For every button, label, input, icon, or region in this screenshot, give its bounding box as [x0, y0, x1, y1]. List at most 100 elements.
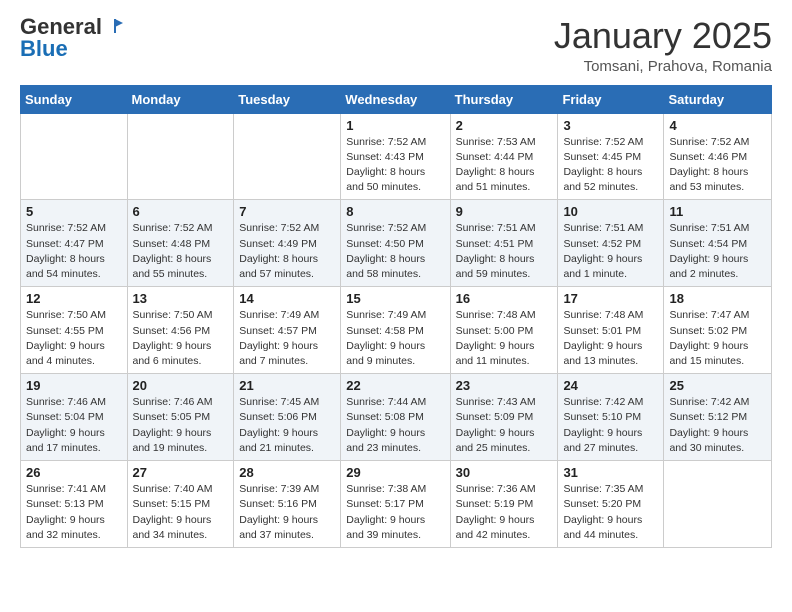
- weekday-header-monday: Monday: [127, 85, 234, 113]
- day-info: Sunrise: 7:38 AM Sunset: 5:17 PM Dayligh…: [346, 482, 444, 543]
- day-number: 21: [239, 378, 335, 393]
- weekday-header-row: SundayMondayTuesdayWednesdayThursdayFrid…: [21, 85, 772, 113]
- logo-general-text: General: [20, 16, 102, 38]
- day-info: Sunrise: 7:44 AM Sunset: 5:08 PM Dayligh…: [346, 395, 444, 456]
- calendar-week-row: 1 Sunrise: 7:52 AM Sunset: 4:43 PM Daylig…: [21, 113, 772, 200]
- calendar-week-row: 19 Sunrise: 7:46 AM Sunset: 5:04 PM Dayli…: [21, 374, 772, 461]
- day-number: 5: [26, 204, 122, 219]
- day-info: Sunrise: 7:49 AM Sunset: 4:58 PM Dayligh…: [346, 308, 444, 369]
- day-info: Sunrise: 7:52 AM Sunset: 4:43 PM Dayligh…: [346, 135, 444, 196]
- calendar-cell: 31Sunrise: 7:35 AM Sunset: 5:20 PM Dayli…: [558, 461, 664, 548]
- calendar-cell: 7 Sunrise: 7:52 AM Sunset: 4:49 PM Daylig…: [234, 200, 341, 287]
- day-info: Sunrise: 7:39 AM Sunset: 5:16 PM Dayligh…: [239, 482, 335, 543]
- day-info: Sunrise: 7:35 AM Sunset: 5:20 PM Dayligh…: [563, 482, 658, 543]
- day-info: Sunrise: 7:52 AM Sunset: 4:47 PM Dayligh…: [26, 221, 122, 282]
- day-number: 7: [239, 204, 335, 219]
- day-info: Sunrise: 7:52 AM Sunset: 4:46 PM Dayligh…: [669, 135, 766, 196]
- day-info: Sunrise: 7:51 AM Sunset: 4:52 PM Dayligh…: [563, 221, 658, 282]
- calendar-cell: 10Sunrise: 7:51 AM Sunset: 4:52 PM Dayli…: [558, 200, 664, 287]
- calendar-cell: 27 Sunrise: 7:40 AM Sunset: 5:15 PM Dayli…: [127, 461, 234, 548]
- day-info: Sunrise: 7:52 AM Sunset: 4:45 PM Dayligh…: [563, 135, 658, 196]
- calendar-cell: 11 Sunrise: 7:51 AM Sunset: 4:54 PM Dayli…: [664, 200, 772, 287]
- day-number: 25: [669, 378, 766, 393]
- calendar-cell: 15 Sunrise: 7:49 AM Sunset: 4:58 PM Dayli…: [341, 287, 450, 374]
- day-number: 8: [346, 204, 444, 219]
- calendar-cell: 20Sunrise: 7:46 AM Sunset: 5:05 PM Dayli…: [127, 374, 234, 461]
- weekday-header-saturday: Saturday: [664, 85, 772, 113]
- day-info: Sunrise: 7:48 AM Sunset: 5:00 PM Dayligh…: [456, 308, 553, 369]
- calendar-cell: 21 Sunrise: 7:45 AM Sunset: 5:06 PM Dayli…: [234, 374, 341, 461]
- weekday-header-wednesday: Wednesday: [341, 85, 450, 113]
- calendar-cell: 14 Sunrise: 7:49 AM Sunset: 4:57 PM Dayli…: [234, 287, 341, 374]
- day-info: Sunrise: 7:42 AM Sunset: 5:10 PM Dayligh…: [563, 395, 658, 456]
- day-number: 23: [456, 378, 553, 393]
- month-title: January 2025: [554, 16, 772, 56]
- day-number: 3: [563, 118, 658, 133]
- day-number: 24: [563, 378, 658, 393]
- weekday-header-tuesday: Tuesday: [234, 85, 341, 113]
- day-number: 2: [456, 118, 553, 133]
- calendar-cell: 19 Sunrise: 7:46 AM Sunset: 5:04 PM Dayli…: [21, 374, 128, 461]
- day-number: 1: [346, 118, 444, 133]
- day-info: Sunrise: 7:48 AM Sunset: 5:01 PM Dayligh…: [563, 308, 658, 369]
- calendar-cell: 1 Sunrise: 7:52 AM Sunset: 4:43 PM Daylig…: [341, 113, 450, 200]
- day-number: 9: [456, 204, 553, 219]
- day-number: 14: [239, 291, 335, 306]
- calendar-cell: 30 Sunrise: 7:36 AM Sunset: 5:19 PM Dayli…: [450, 461, 558, 548]
- calendar-cell: 9 Sunrise: 7:51 AM Sunset: 4:51 PM Daylig…: [450, 200, 558, 287]
- day-number: 11: [669, 204, 766, 219]
- day-number: 16: [456, 291, 553, 306]
- day-number: 17: [563, 291, 658, 306]
- day-info: Sunrise: 7:51 AM Sunset: 4:54 PM Dayligh…: [669, 221, 766, 282]
- calendar-cell: [664, 461, 772, 548]
- calendar-cell: 23Sunrise: 7:43 AM Sunset: 5:09 PM Dayli…: [450, 374, 558, 461]
- day-info: Sunrise: 7:53 AM Sunset: 4:44 PM Dayligh…: [456, 135, 553, 196]
- calendar-cell: 12Sunrise: 7:50 AM Sunset: 4:55 PM Dayli…: [21, 287, 128, 374]
- calendar-cell: 5 Sunrise: 7:52 AM Sunset: 4:47 PM Daylig…: [21, 200, 128, 287]
- calendar-cell: 22 Sunrise: 7:44 AM Sunset: 5:08 PM Dayli…: [341, 374, 450, 461]
- day-info: Sunrise: 7:36 AM Sunset: 5:19 PM Dayligh…: [456, 482, 553, 543]
- calendar-cell: 18 Sunrise: 7:47 AM Sunset: 5:02 PM Dayli…: [664, 287, 772, 374]
- day-number: 27: [133, 465, 229, 480]
- calendar-week-row: 26Sunrise: 7:41 AM Sunset: 5:13 PM Dayli…: [21, 461, 772, 548]
- day-number: 19: [26, 378, 122, 393]
- calendar-cell: [234, 113, 341, 200]
- calendar-table: SundayMondayTuesdayWednesdayThursdayFrid…: [20, 85, 772, 548]
- day-number: 4: [669, 118, 766, 133]
- calendar-cell: 16 Sunrise: 7:48 AM Sunset: 5:00 PM Dayli…: [450, 287, 558, 374]
- calendar-week-row: 5 Sunrise: 7:52 AM Sunset: 4:47 PM Daylig…: [21, 200, 772, 287]
- day-number: 12: [26, 291, 122, 306]
- logo-blue-text: Blue: [20, 38, 68, 60]
- calendar-cell: 3 Sunrise: 7:52 AM Sunset: 4:45 PM Daylig…: [558, 113, 664, 200]
- day-info: Sunrise: 7:51 AM Sunset: 4:51 PM Dayligh…: [456, 221, 553, 282]
- day-number: 18: [669, 291, 766, 306]
- weekday-header-sunday: Sunday: [21, 85, 128, 113]
- calendar-cell: 25Sunrise: 7:42 AM Sunset: 5:12 PM Dayli…: [664, 374, 772, 461]
- day-number: 30: [456, 465, 553, 480]
- day-info: Sunrise: 7:50 AM Sunset: 4:56 PM Dayligh…: [133, 308, 229, 369]
- day-info: Sunrise: 7:49 AM Sunset: 4:57 PM Dayligh…: [239, 308, 335, 369]
- day-info: Sunrise: 7:46 AM Sunset: 5:04 PM Dayligh…: [26, 395, 122, 456]
- day-info: Sunrise: 7:52 AM Sunset: 4:50 PM Dayligh…: [346, 221, 444, 282]
- day-info: Sunrise: 7:46 AM Sunset: 5:05 PM Dayligh…: [133, 395, 229, 456]
- day-number: 22: [346, 378, 444, 393]
- day-info: Sunrise: 7:40 AM Sunset: 5:15 PM Dayligh…: [133, 482, 229, 543]
- day-info: Sunrise: 7:45 AM Sunset: 5:06 PM Dayligh…: [239, 395, 335, 456]
- calendar-cell: [127, 113, 234, 200]
- day-info: Sunrise: 7:47 AM Sunset: 5:02 PM Dayligh…: [669, 308, 766, 369]
- logo-flag-icon: [105, 17, 123, 35]
- day-info: Sunrise: 7:52 AM Sunset: 4:49 PM Dayligh…: [239, 221, 335, 282]
- day-number: 26: [26, 465, 122, 480]
- title-area: January 2025 Tomsani, Prahova, Romania: [554, 16, 772, 75]
- calendar-week-row: 12Sunrise: 7:50 AM Sunset: 4:55 PM Dayli…: [21, 287, 772, 374]
- location-title: Tomsani, Prahova, Romania: [554, 58, 772, 75]
- calendar-cell: 8 Sunrise: 7:52 AM Sunset: 4:50 PM Daylig…: [341, 200, 450, 287]
- day-number: 13: [133, 291, 229, 306]
- calendar-cell: 24 Sunrise: 7:42 AM Sunset: 5:10 PM Dayli…: [558, 374, 664, 461]
- logo: General Blue: [20, 16, 123, 60]
- weekday-header-friday: Friday: [558, 85, 664, 113]
- calendar-cell: 6Sunrise: 7:52 AM Sunset: 4:48 PM Daylig…: [127, 200, 234, 287]
- day-number: 6: [133, 204, 229, 219]
- calendar-cell: 28Sunrise: 7:39 AM Sunset: 5:16 PM Dayli…: [234, 461, 341, 548]
- day-number: 15: [346, 291, 444, 306]
